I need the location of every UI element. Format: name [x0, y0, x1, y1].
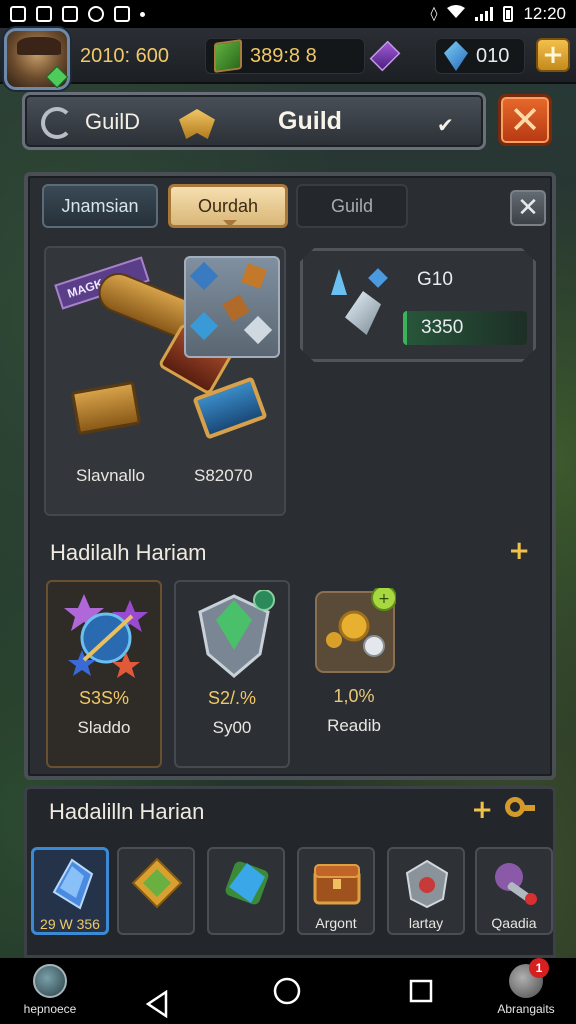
items-right-label: S82070 [194, 466, 253, 485]
google-icon [88, 6, 104, 22]
stat-value-bottom: 3350 [403, 311, 527, 345]
home-button[interactable] [272, 976, 302, 1006]
blue-gem-icon [444, 41, 468, 71]
player-avatar[interactable] [4, 28, 70, 90]
inventory-slot[interactable]: 29 W 356 [31, 847, 109, 935]
key-icon[interactable] [505, 797, 535, 821]
tabs-close-button[interactable]: ✕ [510, 190, 546, 226]
dot-icon [140, 11, 145, 17]
inventory-add-button[interactable]: + [471, 795, 493, 825]
nav-left-shortcut[interactable]: hepnoece [10, 964, 90, 1016]
tab-jnamsian[interactable]: Jnamsian [42, 184, 158, 228]
gem-counter[interactable]: 010 [435, 38, 525, 74]
items-left-label: Slavnallo [76, 466, 145, 485]
purple-crystal-counter[interactable] [365, 38, 405, 74]
perk-card[interactable]: S3S% Sladdo [46, 580, 162, 768]
perk-card[interactable]: + 1,0% Readib [296, 580, 412, 768]
section-title-inventory: Hadalilln Harian [49, 799, 205, 824]
notification-badge: 1 [529, 958, 549, 978]
perk-card[interactable]: S2/.% Sy00 [174, 580, 290, 768]
perk-value: 1,0% [333, 686, 375, 706]
header-left-label: GuilD [85, 109, 141, 134]
shield-icon [198, 590, 275, 678]
guild-panel: Jnamsian Ourdah Guild ✕ MAGK Slavnallo S… [24, 172, 556, 780]
signal-icon [475, 7, 494, 21]
green-gem-icon [225, 861, 269, 905]
guild-emblem-icon [179, 109, 215, 139]
screenshot-icon [114, 6, 130, 22]
resource-bar: 2010: 600 389:8 8 010 + [0, 28, 576, 90]
hat-icon [17, 37, 61, 55]
tab-guild[interactable]: Guild [296, 184, 408, 228]
vibrate-icon: ◊ [430, 6, 438, 22]
battery-icon [503, 6, 514, 22]
perk-value: S3S% [78, 688, 130, 708]
wifi-icon [447, 5, 466, 23]
navigation-bar: hepnoece 1 Abrangaits [0, 958, 576, 1024]
book-counter[interactable]: 389:8 8 [205, 38, 365, 74]
items-card[interactable]: MAGK Slavnallo S82070 [44, 246, 286, 516]
perk-name: Sy00 [212, 718, 252, 737]
gallery-icon [10, 6, 26, 22]
purple-crystal-icon [369, 40, 401, 72]
dice-icon: 1 [509, 958, 549, 998]
stat-value-top: G10 [417, 269, 453, 290]
tab-ourdah[interactable]: Ourdah [168, 184, 288, 228]
nav-right-shortcut[interactable]: 1 Abrangaits [486, 958, 566, 1016]
inventory-panel: Hadalilln Harian + 29 W 356 Argont larta… [24, 786, 556, 958]
coin-machine-icon: + [315, 588, 396, 673]
section-add-button[interactable]: + [508, 536, 530, 566]
scroll-artwork: MAGK [54, 254, 235, 396]
inventory-slot[interactable]: Qaadia [475, 847, 553, 935]
inventory-slot[interactable]: Argont [297, 847, 375, 935]
ice-crystal-icon [331, 268, 391, 341]
nav-right-label: Abrangaits [497, 1002, 555, 1016]
tab-bar: Jnamsian Ourdah Guild ✕ [42, 184, 546, 230]
slot-label: Argont [315, 915, 357, 931]
header-banner: GuilD Guild ✔ [22, 92, 486, 150]
slot-label: lartay [408, 915, 444, 931]
treasure-chest-icon [313, 864, 361, 905]
gold-amulet-icon [131, 857, 183, 909]
inventory-slot[interactable] [117, 847, 195, 935]
level-gem-icon [45, 65, 69, 89]
stats-card: G10 3350 [300, 248, 536, 362]
gold-bundle-icon [70, 380, 142, 436]
weapon-grid-icon [184, 256, 280, 358]
guild-header: GuilD Guild ✔ ✕ [22, 92, 556, 150]
nav-left-label: hepnoece [23, 1002, 77, 1016]
add-currency-button[interactable]: + [536, 38, 570, 72]
slot-label: 29 W 356 [40, 916, 100, 932]
perk-name: Readib [327, 716, 381, 735]
spellbook-icon [214, 39, 242, 73]
gold-value: 2010: 600 [80, 44, 169, 67]
guild-seal-icon [41, 107, 73, 139]
image-icon [36, 6, 52, 22]
svg-text:+: + [378, 591, 390, 607]
gem-value: 010 [476, 44, 510, 67]
gold-counter: 2010: 600 [74, 38, 184, 74]
check-icon[interactable]: ✔ [437, 113, 454, 137]
recents-button[interactable] [408, 978, 434, 1004]
slot-label: Qaadia [491, 915, 537, 931]
status-bar: ◊ 12:20 [0, 0, 576, 28]
perk-value: S2/.% [207, 688, 257, 708]
close-button[interactable]: ✕ [498, 94, 552, 146]
perk-name: Sladdo [77, 718, 131, 737]
clock: 12:20 [523, 4, 566, 23]
inventory-slot[interactable]: lartay [387, 847, 465, 935]
inventory-slot[interactable] [207, 847, 285, 935]
blue-crystal-icon [52, 858, 94, 910]
hammer-icon [495, 863, 537, 905]
globe-icon [33, 964, 67, 998]
page-title: Guild [278, 107, 342, 135]
book-value: 389:8 8 [250, 44, 317, 67]
star-compass-icon [64, 594, 148, 678]
helmet-icon [405, 859, 449, 909]
back-button[interactable] [144, 978, 168, 1018]
clipboard-icon [62, 6, 78, 22]
section-title-perks: Hadilalh Hariam [50, 540, 207, 565]
